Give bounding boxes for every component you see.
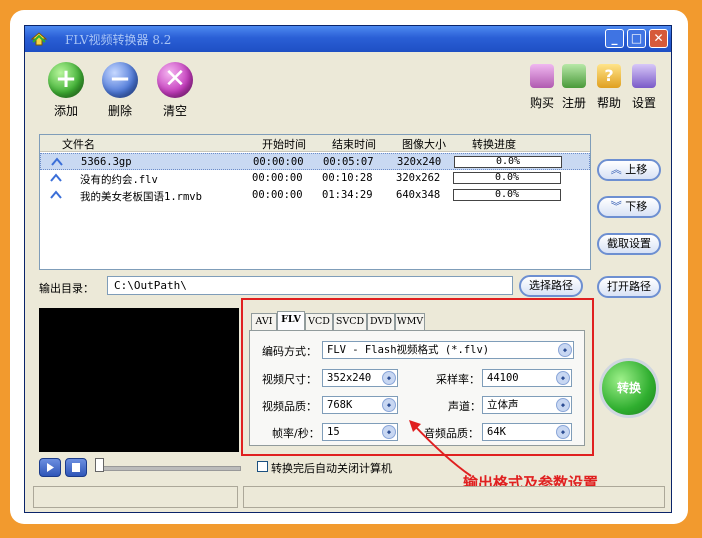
- app-logo-icon: [30, 32, 48, 46]
- move-down-button[interactable]: ︾ 下移: [597, 196, 661, 218]
- stop-icon: [72, 463, 80, 472]
- progress-bar: 0.0%: [454, 156, 562, 168]
- progress-bar: 0.0%: [453, 172, 561, 184]
- cell-filename: 我的美女老板国语1.rmvb: [80, 191, 202, 203]
- cell-size: 640x348: [396, 189, 441, 201]
- delete-button[interactable]: − 删除: [95, 62, 145, 119]
- add-label: 添加: [53, 104, 78, 118]
- title-bar: FLV视频转换器 8.2 _ □ ✕: [25, 26, 671, 52]
- buy-label: 购买: [529, 96, 554, 110]
- video-file-icon: [50, 173, 62, 182]
- register-button[interactable]: 注册: [557, 64, 591, 111]
- clip-settings-button[interactable]: 截取设置: [597, 233, 661, 255]
- close-button[interactable]: ✕: [649, 29, 668, 48]
- move-down-label: 下移: [625, 200, 648, 213]
- move-up-label: 上移: [625, 163, 648, 176]
- shutdown-label: 转换完后自动关闭计算机: [271, 462, 392, 475]
- choose-path-button[interactable]: 选择路径: [519, 275, 583, 297]
- cell-filename: 5366.3gp: [81, 156, 132, 168]
- column-start-time[interactable]: 开始时间: [262, 136, 306, 152]
- cell-filename: 没有的约会.flv: [80, 174, 158, 186]
- double-down-icon: ︾: [610, 200, 622, 213]
- move-up-button[interactable]: ︽ 上移: [597, 159, 661, 181]
- shutdown-checkbox[interactable]: [257, 461, 268, 472]
- annotation-arrow-icon: [409, 420, 472, 477]
- column-end-time[interactable]: 结束时间: [332, 136, 376, 152]
- cell-end: 01:34:29: [322, 189, 373, 201]
- file-list-header: 文件名 开始时间 结束时间 图像大小 转换进度: [40, 135, 590, 152]
- buy-button[interactable]: 购买: [525, 64, 559, 111]
- help-label: 帮助: [596, 96, 621, 110]
- cell-start: 00:00:00: [253, 156, 304, 168]
- delete-label: 删除: [107, 104, 132, 118]
- settings-label: 设置: [631, 96, 656, 110]
- x-icon: ✕: [157, 62, 193, 98]
- table-row[interactable]: 5366.3gp 00:00:00 00:05:07 320x240 0.0%: [40, 153, 590, 170]
- video-file-icon: [51, 157, 63, 166]
- maximize-button[interactable]: □: [627, 29, 646, 48]
- cell-size: 320x240: [397, 156, 442, 168]
- minus-icon: −: [102, 62, 138, 98]
- minimize-button[interactable]: _: [605, 29, 624, 48]
- stop-button[interactable]: [65, 458, 87, 477]
- seek-bar[interactable]: [97, 466, 241, 471]
- cell-end: 00:10:28: [322, 172, 373, 184]
- file-list[interactable]: 文件名 开始时间 结束时间 图像大小 转换进度 5366.3gp 00:00:0…: [39, 134, 591, 270]
- window-title: FLV视频转换器 8.2: [65, 33, 172, 47]
- clear-button[interactable]: ✕ 清空: [150, 62, 200, 119]
- question-icon: ?: [597, 64, 621, 88]
- seek-thumb[interactable]: [95, 458, 104, 472]
- help-button[interactable]: ? 帮助: [592, 64, 626, 111]
- column-image-size[interactable]: 图像大小: [402, 136, 446, 152]
- table-row[interactable]: 没有的约会.flv 00:00:00 00:10:28 320x262 0.0%: [40, 170, 590, 187]
- play-icon: [47, 463, 54, 472]
- settings-button[interactable]: 设置: [627, 64, 661, 111]
- cart-icon: [530, 64, 554, 88]
- add-button[interactable]: + 添加: [41, 62, 91, 119]
- status-bar-left: [33, 486, 238, 508]
- status-bar-right: [243, 486, 665, 508]
- video-preview: [39, 308, 239, 452]
- progress-bar: 0.0%: [453, 189, 561, 201]
- video-file-icon: [50, 190, 62, 199]
- cell-start: 00:00:00: [252, 189, 303, 201]
- column-filename[interactable]: 文件名: [62, 136, 95, 152]
- clear-label: 清空: [162, 104, 187, 118]
- output-path-field[interactable]: C:\OutPath\: [107, 276, 513, 295]
- app-window: FLV视频转换器 8.2 _ □ ✕ + 添加 − 删除 ✕ 清空 购买 注册 …: [24, 25, 672, 513]
- cell-start: 00:00:00: [252, 172, 303, 184]
- cell-size: 320x262: [396, 172, 441, 184]
- convert-button[interactable]: 转换: [599, 358, 659, 418]
- table-row[interactable]: 我的美女老板国语1.rmvb 00:00:00 01:34:29 640x348…: [40, 187, 590, 204]
- plus-icon: +: [48, 62, 84, 98]
- play-button[interactable]: [39, 458, 61, 477]
- column-progress[interactable]: 转换进度: [472, 136, 516, 152]
- double-up-icon: ︽: [610, 163, 622, 176]
- open-path-button[interactable]: 打开路径: [597, 276, 661, 298]
- sliders-icon: [632, 64, 656, 88]
- output-dir-label: 输出目录：: [39, 282, 94, 295]
- register-label: 注册: [561, 96, 586, 110]
- cell-end: 00:05:07: [323, 156, 374, 168]
- key-icon: [562, 64, 586, 88]
